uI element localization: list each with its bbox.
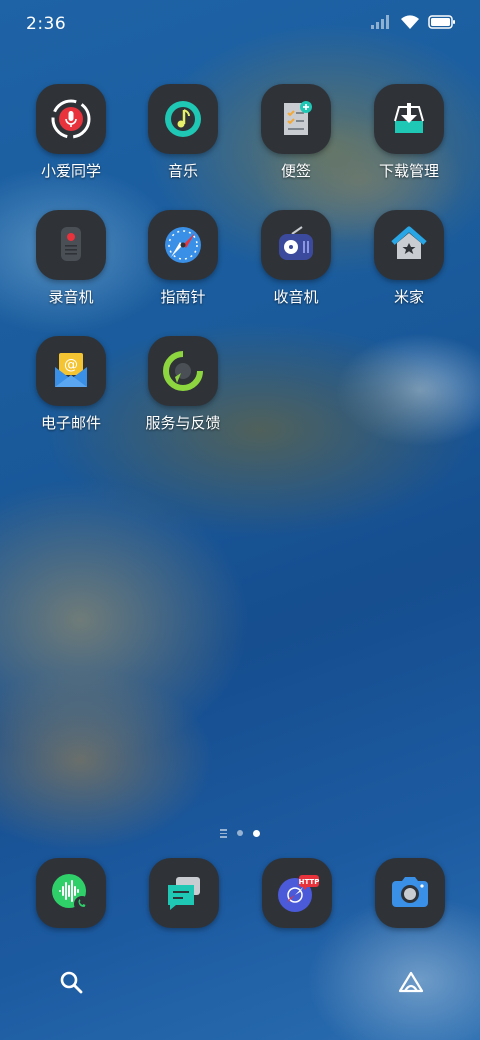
phone-icon bbox=[36, 858, 106, 928]
radio-icon bbox=[261, 210, 331, 280]
browser-icon: HTTP bbox=[262, 858, 332, 928]
compass-icon bbox=[148, 210, 218, 280]
app-label: 小爱同学 bbox=[40, 162, 101, 180]
camera-icon bbox=[375, 858, 445, 928]
app-download[interactable]: 下载管理 bbox=[361, 84, 457, 181]
app-label: 米家 bbox=[393, 288, 424, 306]
search-icon[interactable] bbox=[58, 969, 86, 1001]
minus-one-page-indicator bbox=[220, 829, 227, 838]
messages-icon bbox=[149, 858, 219, 928]
status-time: 2:36 bbox=[26, 14, 67, 34]
app-label: 录音机 bbox=[48, 288, 94, 306]
signal-icon bbox=[370, 14, 392, 30]
assistant-icon[interactable] bbox=[396, 969, 426, 1001]
app-label: 指南针 bbox=[160, 288, 206, 306]
battery-icon bbox=[428, 14, 456, 30]
dock-messages[interactable] bbox=[149, 858, 219, 928]
recorder-icon bbox=[36, 210, 106, 280]
status-bar: 2:36 bbox=[0, 0, 480, 52]
app-label: 电子邮件 bbox=[40, 414, 101, 432]
page-indicator[interactable] bbox=[0, 829, 480, 838]
wifi-icon bbox=[400, 14, 420, 30]
app-music[interactable]: 音乐 bbox=[135, 84, 231, 181]
app-label: 服务与反馈 bbox=[145, 414, 221, 432]
mihome-icon bbox=[374, 210, 444, 280]
xiaoai-icon bbox=[36, 84, 106, 154]
app-label: 收音机 bbox=[273, 288, 319, 306]
svg-text:@: @ bbox=[64, 357, 78, 373]
app-service-feedback[interactable]: 服务与反馈 bbox=[135, 336, 231, 433]
app-label: 下载管理 bbox=[378, 162, 439, 180]
app-label: 便签 bbox=[280, 162, 311, 180]
dock-browser[interactable]: HTTP bbox=[262, 858, 332, 928]
app-xiaoai[interactable]: 小爱同学 bbox=[23, 84, 119, 181]
page-dot bbox=[237, 830, 243, 837]
email-icon: @ bbox=[36, 336, 106, 406]
bottom-bar bbox=[0, 955, 480, 1015]
app-radio[interactable]: 收音机 bbox=[248, 210, 344, 307]
music-icon bbox=[148, 84, 218, 154]
app-recorder[interactable]: 录音机 bbox=[23, 210, 119, 307]
dock-camera[interactable] bbox=[375, 858, 445, 928]
status-icons bbox=[370, 14, 456, 30]
dock-phone[interactable] bbox=[36, 858, 106, 928]
svg-text:HTTP: HTTP bbox=[299, 878, 320, 886]
app-email[interactable]: @ 电子邮件 bbox=[23, 336, 119, 433]
app-label: 音乐 bbox=[167, 162, 198, 180]
app-compass[interactable]: 指南针 bbox=[135, 210, 231, 307]
download-icon bbox=[374, 84, 444, 154]
app-mihome[interactable]: 米家 bbox=[361, 210, 457, 307]
notes-icon bbox=[261, 84, 331, 154]
page-dot-active bbox=[253, 829, 260, 837]
app-notes[interactable]: 便签 bbox=[248, 84, 344, 181]
service-feedback-icon bbox=[148, 336, 218, 406]
